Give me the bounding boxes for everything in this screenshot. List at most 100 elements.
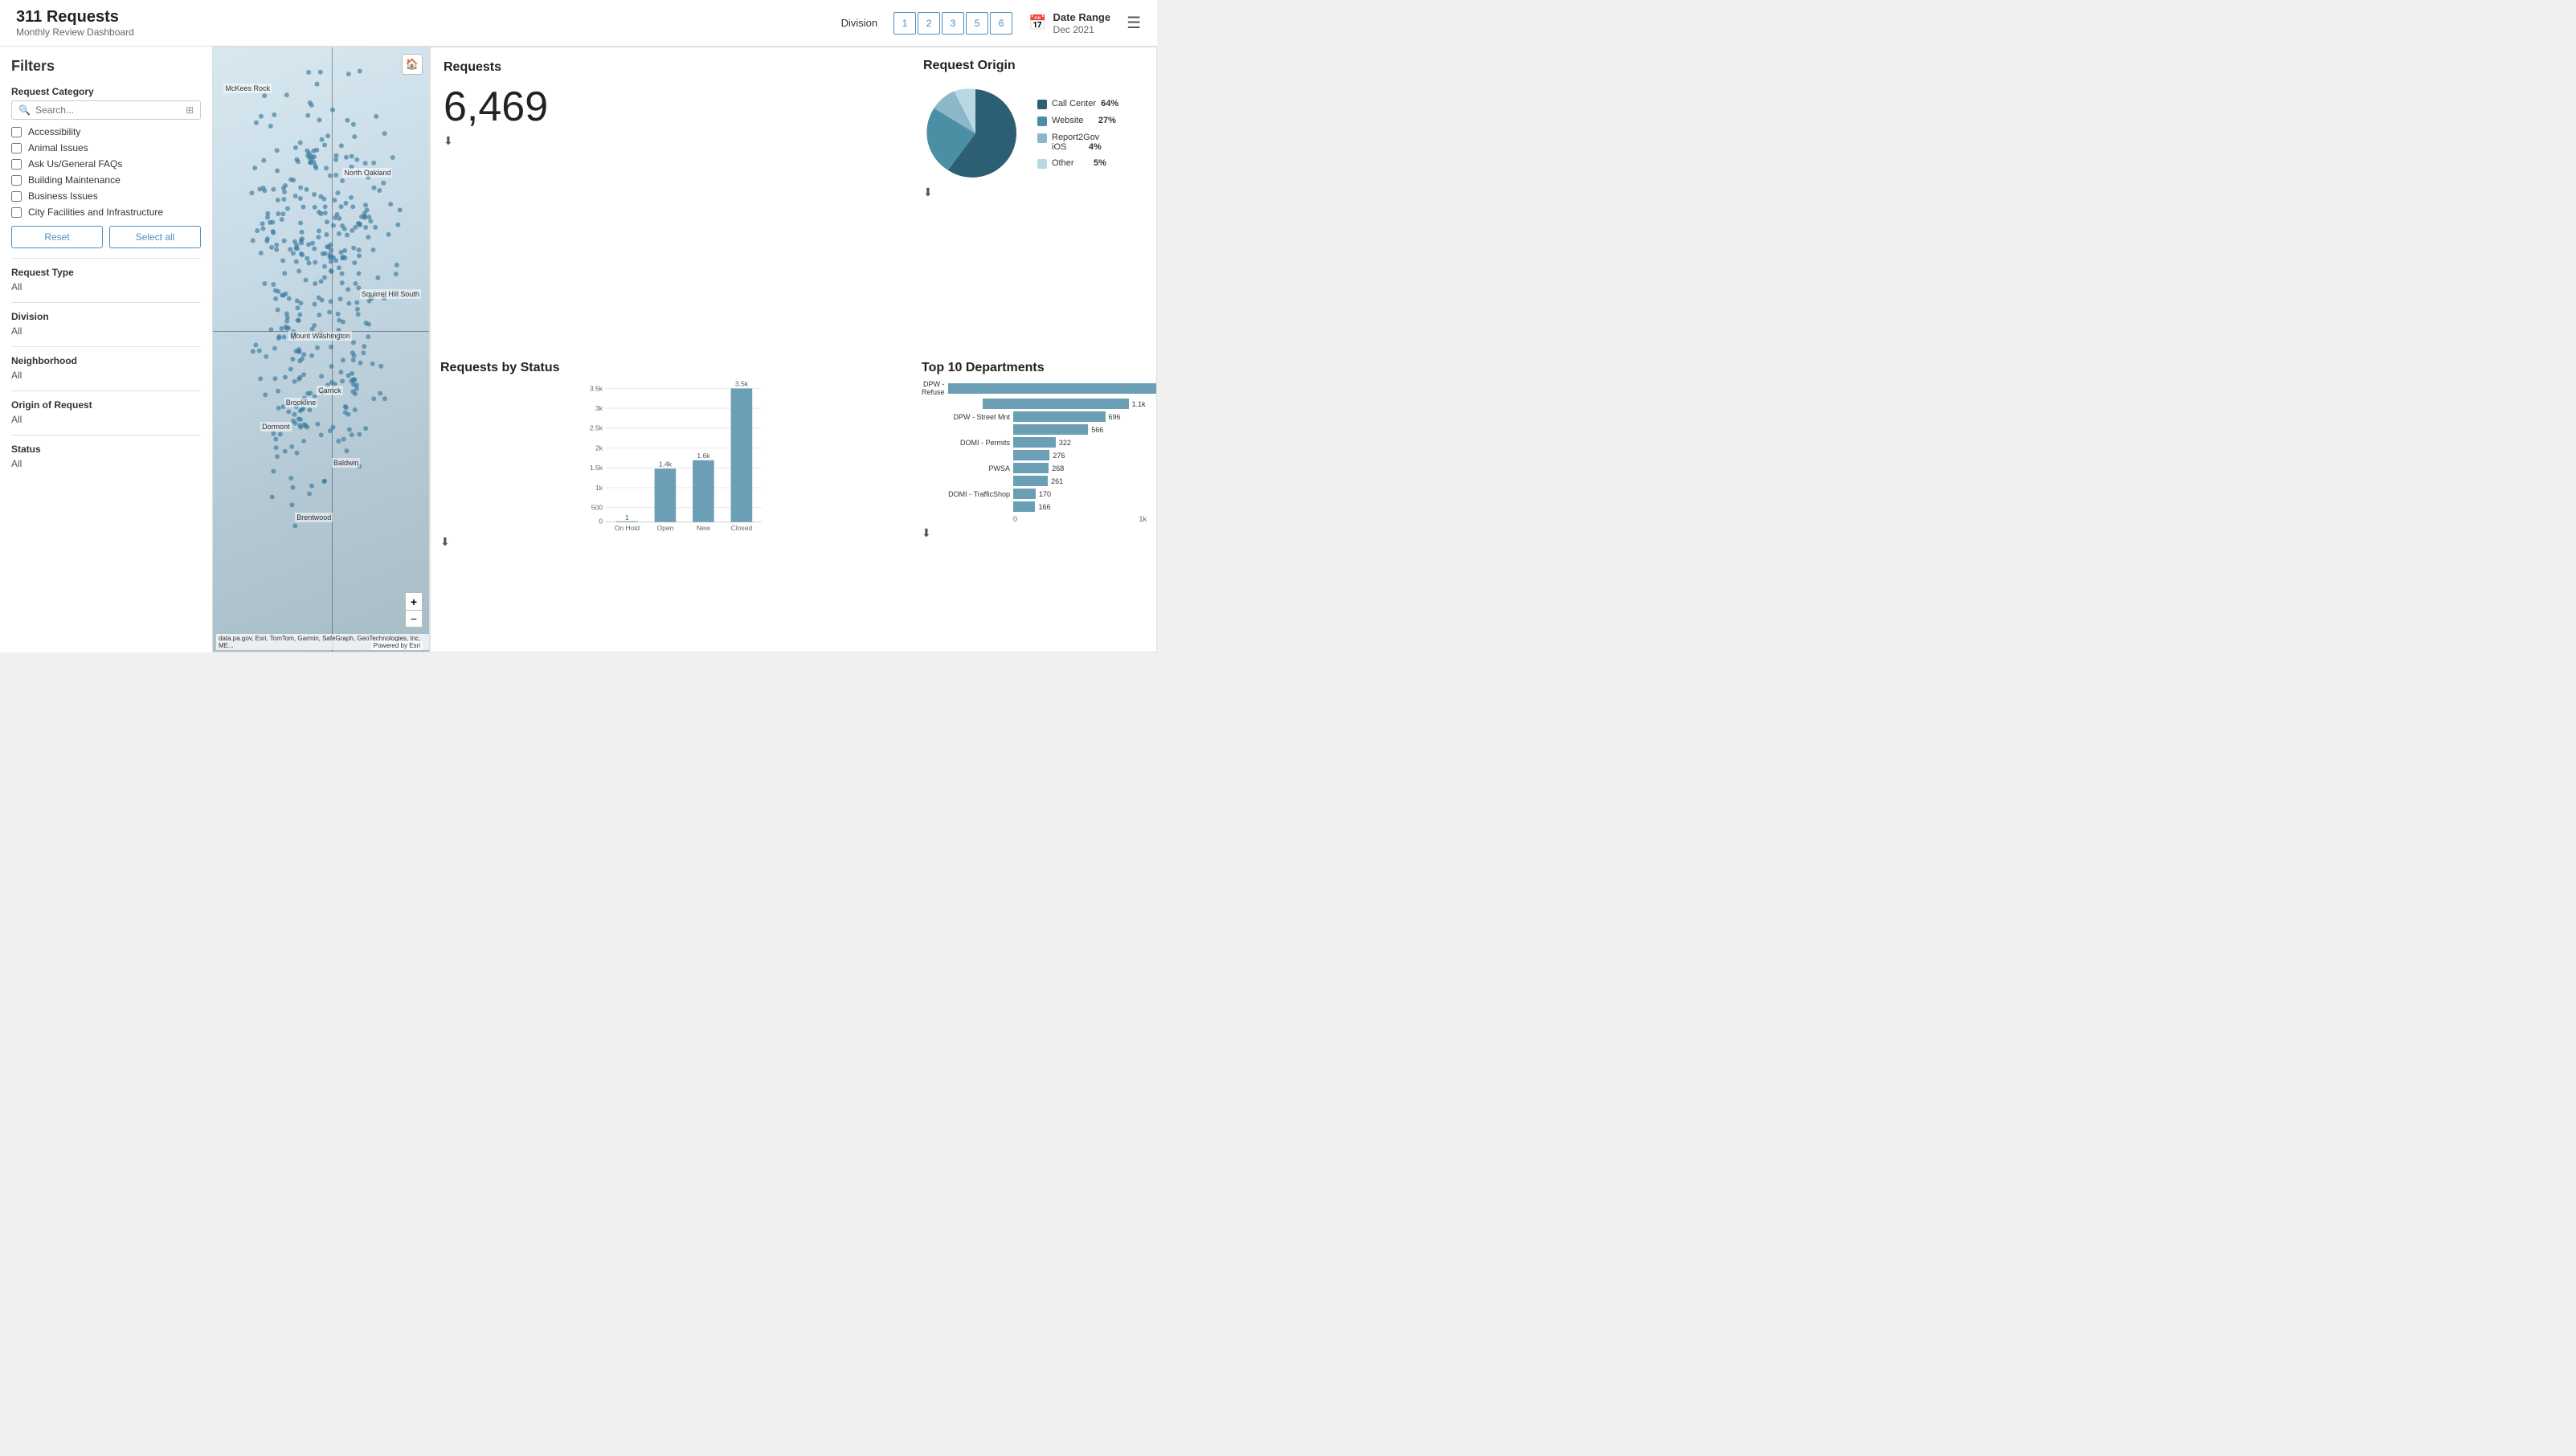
checkbox-animal-issues-input[interactable] — [11, 143, 22, 153]
map-label-squirrel-hill: Squirrel Hill South — [360, 289, 421, 299]
map-background: McKees Rock North Oakland Mount Washingt… — [213, 47, 429, 652]
checkbox-business-issues-input[interactable] — [11, 191, 22, 202]
dept-row-7: PWSA 268 — [922, 463, 1147, 473]
dept-bar-2 — [983, 399, 1128, 409]
legend-dot-report2gov — [1037, 133, 1047, 143]
origin-download-icon[interactable]: ⬇ — [923, 186, 933, 198]
dept-label-3: DPW - Street Mnt — [922, 413, 1010, 421]
origin-panel: Request Origin Call Center 64% — [912, 47, 1157, 350]
checkbox-business-issues[interactable]: Business Issues — [11, 190, 201, 202]
dept-value-6: 276 — [1053, 452, 1075, 460]
reset-button[interactable]: Reset — [11, 226, 103, 248]
date-range-label: Date Range — [1053, 11, 1111, 23]
division-btn-3[interactable]: 3 — [942, 12, 964, 35]
dept-x-label-1k: 1k — [1139, 515, 1147, 523]
select-all-button[interactable]: Select all — [109, 226, 201, 248]
search-box[interactable]: 🔍 ⊞ — [11, 100, 201, 120]
date-range-block: 📅 Date Range Dec 2021 — [1028, 11, 1110, 35]
division-label: Division — [841, 17, 878, 29]
dept-value-3: 696 — [1109, 413, 1131, 421]
dept-bar-9 — [1013, 489, 1036, 499]
map-zoom-out[interactable]: − — [405, 610, 423, 628]
svg-text:3.5k: 3.5k — [735, 380, 749, 388]
map-label-mt-washington: Mount Washington — [288, 331, 352, 341]
dept-row-2: 1.1k — [922, 399, 1147, 409]
filter-request-type-label: Request Type — [11, 267, 201, 278]
dept-bar-3 — [1013, 411, 1106, 422]
filter-division: Division All — [11, 311, 201, 337]
status-download-icon[interactable]: ⬇ — [440, 535, 450, 548]
division-btn-6[interactable]: 6 — [990, 12, 1012, 35]
legend-label-other: Other 5% — [1052, 158, 1106, 168]
dept-bar-4 — [1013, 424, 1088, 435]
checkbox-building-maintenance[interactable]: Building Maintenance — [11, 174, 201, 186]
filter-division-value: All — [11, 325, 201, 337]
requests-download-icon[interactable]: ⬇ — [444, 134, 453, 147]
dept-bar-5 — [1013, 437, 1056, 448]
checkbox-animal-issues[interactable]: Animal Issues — [11, 142, 201, 153]
filter-request-type-value: All — [11, 281, 201, 292]
map-home-button[interactable]: 🏠 — [402, 54, 423, 75]
filter-origin-label: Origin of Request — [11, 399, 201, 411]
dept-row-6: 276 — [922, 450, 1147, 460]
requests-panel: Requests 6,469 ⬇ — [430, 47, 912, 350]
dept-panel: Top 10 Departments DPW - Refuse 1.7k 1.1… — [912, 350, 1157, 652]
checkbox-ask-us[interactable]: Ask Us/General FAQs — [11, 158, 201, 170]
filter-neighborhood: Neighborhood All — [11, 355, 201, 381]
main-container: Filters Request Category 🔍 ⊞ Accessibili… — [0, 47, 1157, 652]
dept-value-7: 268 — [1052, 464, 1074, 472]
legend-other: Other 5% — [1037, 158, 1118, 169]
map-label-mckees: McKees Rock — [223, 84, 272, 93]
filter-buttons: Reset Select all — [11, 226, 201, 248]
checkbox-city-facilities-input[interactable] — [11, 207, 22, 218]
dept-label-1: DPW - Refuse — [922, 380, 945, 396]
header: 311 Requests Monthly Review Dashboard Di… — [0, 0, 1157, 47]
search-icon: 🔍 — [18, 104, 31, 116]
dept-value-2: 1.1k — [1132, 400, 1147, 408]
filter-neighborhood-label: Neighborhood — [11, 355, 201, 366]
hamburger-icon[interactable]: ☰ — [1126, 13, 1141, 33]
page-subtitle: Monthly Review Dashboard — [16, 27, 134, 38]
sidebar-title: Filters — [11, 58, 201, 75]
map-zoom-in[interactable]: + — [405, 592, 423, 610]
date-range-text: Date Range Dec 2021 — [1053, 11, 1111, 35]
map-label-n-oakland: North Oakland — [342, 168, 392, 178]
svg-text:1k: 1k — [595, 484, 603, 492]
checkbox-ask-us-input[interactable] — [11, 159, 22, 170]
dept-bar-7 — [1013, 463, 1049, 473]
dept-value-4: 566 — [1091, 426, 1114, 434]
svg-text:Open: Open — [656, 524, 673, 532]
checkbox-accessibility[interactable]: Accessibility — [11, 126, 201, 137]
checkbox-accessibility-input[interactable] — [11, 127, 22, 137]
division-buttons: 1 2 3 5 6 — [893, 12, 1012, 35]
filter-request-type: Request Type All — [11, 267, 201, 292]
checkbox-accessibility-label: Accessibility — [28, 126, 80, 137]
legend-label-call-center: Call Center 64% — [1052, 99, 1118, 108]
dept-download-icon[interactable]: ⬇ — [922, 526, 1147, 540]
filter-origin-value: All — [11, 414, 201, 425]
filter-origin: Origin of Request All — [11, 399, 201, 425]
legend-dot-website — [1037, 117, 1047, 126]
checkbox-city-facilities[interactable]: City Facilities and Infrastructure — [11, 207, 201, 218]
division-btn-2[interactable]: 2 — [918, 12, 940, 35]
svg-text:1: 1 — [625, 513, 629, 521]
division-btn-5[interactable]: 5 — [966, 12, 988, 35]
filter-icon[interactable]: ⊞ — [186, 104, 194, 116]
search-input[interactable] — [35, 104, 181, 116]
svg-text:2k: 2k — [595, 444, 603, 452]
checkbox-business-issues-label: Business Issues — [28, 190, 98, 202]
dept-row-10: 166 — [922, 501, 1147, 512]
dept-x-axis: 0 1k — [922, 515, 1147, 523]
dept-label-5: DOMI - Permits — [922, 439, 1010, 447]
filter-division-label: Division — [11, 311, 201, 322]
legend-website: Website 27% — [1037, 116, 1118, 126]
checkbox-building-maintenance-input[interactable] — [11, 175, 22, 186]
division-btn-1[interactable]: 1 — [893, 12, 916, 35]
divider-5 — [11, 435, 201, 436]
map-powered: Powered by Esri — [371, 641, 423, 650]
checkbox-list: Accessibility Animal Issues Ask Us/Gener… — [11, 126, 201, 218]
svg-text:New: New — [697, 524, 711, 532]
dept-label-7: PWSA — [922, 464, 1010, 472]
svg-text:1.6k: 1.6k — [697, 452, 710, 460]
calendar-icon: 📅 — [1028, 14, 1046, 31]
